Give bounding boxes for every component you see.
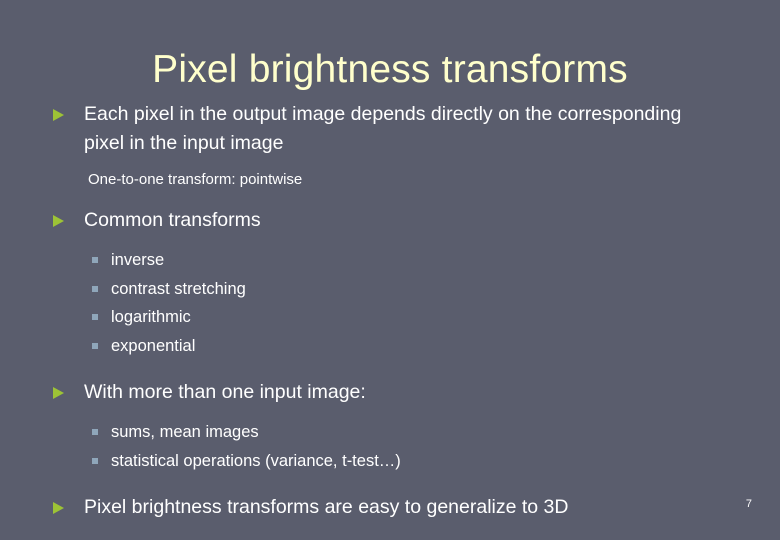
bullet-text: Pixel brightness transforms are easy to …: [84, 496, 569, 518]
bullet-text: Each pixel in the output image depends d…: [84, 103, 682, 154]
bullet-item-level1: With more than one input image:: [50, 378, 740, 407]
bullet-text: inverse: [111, 251, 165, 269]
triangle-bullet-icon: [53, 387, 64, 399]
square-bullet-icon: [92, 342, 98, 349]
square-bullet-icon: [92, 257, 98, 263]
square-bullet-icon: [92, 457, 98, 464]
bullet-item-level1: Pixel brightness transforms are easy to …: [50, 493, 740, 522]
square-bullet-icon: [92, 314, 98, 320]
bullet-item-level2: contrast stretching: [50, 275, 740, 304]
triangle-bullet-icon: [53, 215, 64, 227]
slide-title: Pixel brightness transforms: [152, 48, 628, 92]
bullet-text: sums, mean images: [111, 423, 259, 441]
bullet-text: statistical operations (variance, t-test…: [111, 451, 401, 470]
square-bullet-icon: [92, 429, 98, 435]
presentation-slide: Pixel brightness transforms Each pixel i…: [0, 0, 780, 540]
square-bullet-icon: [92, 285, 98, 292]
page-number: 7: [745, 498, 752, 510]
triangle-bullet-icon: [53, 502, 64, 514]
bullet-text: With more than one input image:: [84, 381, 366, 403]
bullet-text: Common transforms: [84, 209, 261, 231]
sub-note-text: One-to-one transform: pointwise: [88, 171, 303, 188]
slide-body: Each pixel in the output image depends d…: [50, 100, 740, 524]
sub-note-level2-plain: One-to-one transform: pointwise: [50, 169, 740, 191]
bullet-item-level2: statistical operations (variance, t-test…: [50, 447, 740, 476]
bullet-text: contrast stretching: [111, 279, 246, 298]
bullet-item-level2: sums, mean images: [50, 418, 740, 447]
triangle-bullet-icon: [53, 109, 64, 121]
bullet-item-level1: Each pixel in the output image depends d…: [50, 100, 740, 158]
bullet-text: exponential: [111, 336, 196, 355]
bullet-item-level2: logarithmic: [50, 303, 740, 332]
bullet-item-level2: inverse: [50, 246, 740, 275]
bullet-item-level2: exponential: [50, 332, 740, 361]
bullet-item-level1: Common transforms: [50, 206, 740, 235]
bullet-text: logarithmic: [111, 308, 191, 326]
